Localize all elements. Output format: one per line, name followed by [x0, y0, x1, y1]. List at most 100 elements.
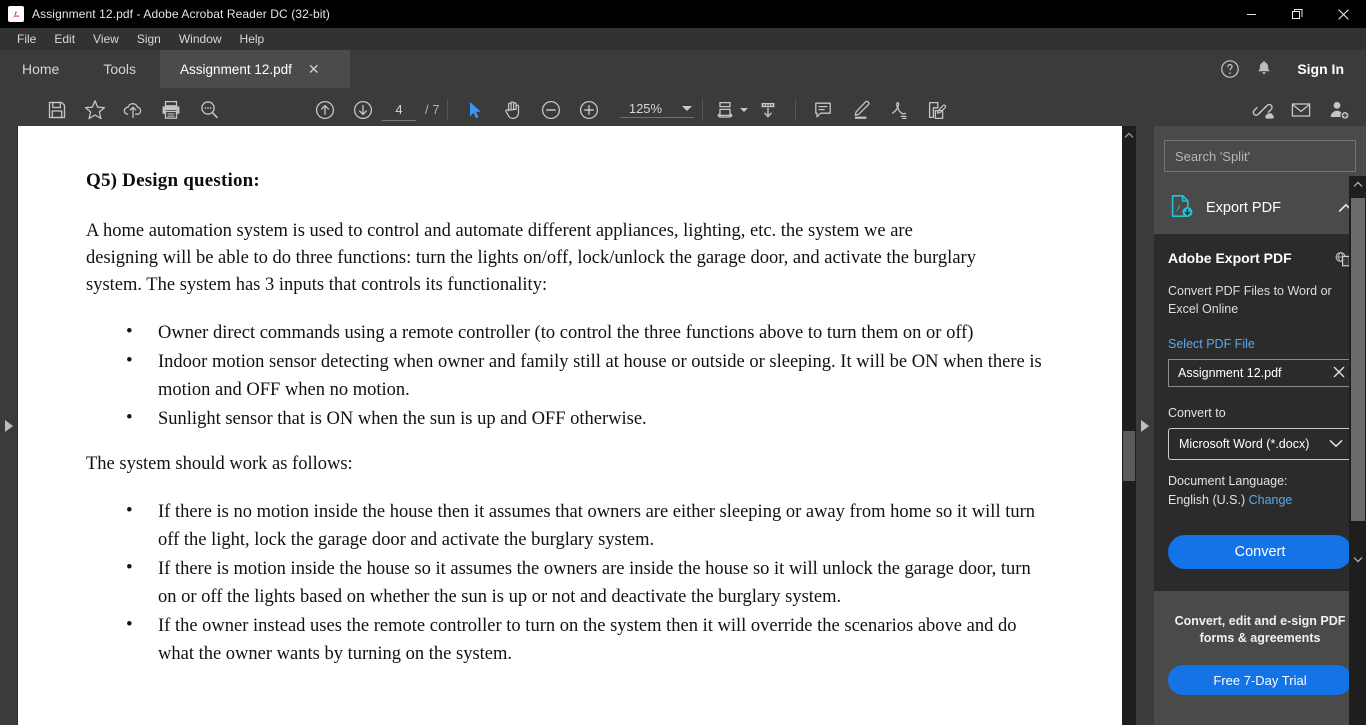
list-item: If the owner instead uses the remote con… — [86, 611, 1046, 668]
page-number-input[interactable] — [382, 98, 416, 121]
select-pdf-file-label: Select PDF File — [1168, 337, 1255, 351]
tab-bar: Home Tools Assignment 12.pdf ✕ Sign In — [0, 50, 1366, 88]
toolbar-divider-3 — [795, 98, 797, 121]
tab-document[interactable]: Assignment 12.pdf ✕ — [160, 50, 351, 88]
scroll-mode-icon[interactable] — [749, 92, 787, 128]
clear-file-icon[interactable] — [1327, 366, 1345, 381]
notification-bell-icon[interactable] — [1247, 52, 1281, 86]
promo-text: Convert, edit and e-sign PDF forms & agr… — [1174, 614, 1346, 645]
sidebar-search-wrap — [1154, 126, 1366, 182]
page-total-label: / 7 — [425, 102, 440, 117]
menu-bar: File Edit View Sign Window Help — [0, 28, 1366, 50]
scroll-down-icon[interactable] — [1349, 551, 1366, 568]
select-cursor-icon[interactable] — [456, 92, 494, 128]
tab-home[interactable]: Home — [0, 50, 81, 88]
page-title: Q5) Design question: — [86, 170, 260, 191]
export-pdf-panel-body: Adobe Export PDF Convert PDF Files to Wo… — [1154, 234, 1366, 591]
convert-button[interactable]: Convert — [1168, 535, 1352, 569]
list-item: Sunlight sensor that is ON when the sun … — [86, 404, 1046, 433]
document-tab-label: Assignment 12.pdf — [180, 61, 292, 77]
right-sidebar: Export PDF Adobe Export PDF Convert PDF … — [1154, 126, 1366, 725]
expand-right-panel-icon[interactable] — [1141, 419, 1149, 432]
fit-page-icon[interactable] — [711, 92, 749, 128]
document-language-label: Document Language: — [1168, 474, 1288, 488]
fill-and-sign-icon[interactable] — [918, 92, 956, 128]
tab-bar-right-actions: Sign In — [1213, 50, 1366, 88]
promo-panel: Convert, edit and e-sign PDF forms & agr… — [1154, 591, 1366, 709]
inputs-list: Owner direct commands using a remote con… — [86, 318, 1062, 433]
restore-button[interactable] — [1274, 0, 1320, 28]
export-heading-row: Adobe Export PDF — [1168, 250, 1352, 273]
hand-pan-icon[interactable] — [494, 92, 532, 128]
search-input[interactable] — [1164, 140, 1356, 172]
save-to-cloud-icon[interactable] — [114, 92, 152, 128]
next-page-icon[interactable] — [344, 92, 382, 128]
document-scroll-thumb[interactable] — [1123, 431, 1135, 481]
window-title: Assignment 12.pdf - Adobe Acrobat Reader… — [32, 7, 331, 21]
add-comment-icon[interactable] — [804, 92, 842, 128]
intro-paragraph: A home automation system is used to cont… — [86, 221, 976, 295]
export-subtitle: Convert PDF Files to Word or Excel Onlin… — [1168, 284, 1332, 316]
convert-to-select[interactable]: Microsoft Word (*.docx) — [1168, 428, 1352, 460]
find-text-icon[interactable] — [190, 92, 228, 128]
highlight-text-icon[interactable] — [842, 92, 880, 128]
tab-tools[interactable]: Tools — [81, 50, 158, 88]
rules-list: If there is no motion inside the house t… — [86, 497, 1062, 668]
sign-in-button[interactable]: Sign In — [1281, 61, 1352, 77]
right-panel-toggle-rail[interactable] — [1136, 126, 1154, 725]
zoom-in-icon[interactable] — [570, 92, 608, 128]
window-controls — [1228, 0, 1366, 28]
toolbar-divider-2 — [702, 98, 704, 121]
share-link-icon[interactable] — [1244, 92, 1282, 128]
draw-signature-icon[interactable] — [880, 92, 918, 128]
close-button[interactable] — [1320, 0, 1366, 28]
expand-left-panel-icon[interactable] — [5, 419, 13, 432]
invite-people-icon[interactable] — [1320, 92, 1358, 128]
toolbar-divider — [447, 98, 449, 121]
menu-edit[interactable]: Edit — [45, 30, 84, 48]
selected-file-box[interactable]: Assignment 12.pdf — [1168, 359, 1352, 387]
document-viewport: Q5) Design question: A home automation s… — [18, 126, 1136, 725]
zoom-out-icon[interactable] — [532, 92, 570, 128]
menu-window[interactable]: Window — [170, 30, 231, 48]
save-icon[interactable] — [38, 92, 76, 128]
chevron-down-icon — [682, 106, 693, 111]
menu-file[interactable]: File — [8, 30, 45, 48]
menu-sign[interactable]: Sign — [128, 30, 170, 48]
sidebar-scrollbar[interactable] — [1349, 176, 1366, 725]
add-to-favorites-star-icon[interactable] — [76, 92, 114, 128]
zoom-level-dropdown[interactable]: 125% — [620, 101, 695, 118]
pdf-page: Q5) Design question: A home automation s… — [18, 126, 1122, 725]
list-item: Owner direct commands using a remote con… — [86, 318, 1046, 347]
document-scrollbar[interactable] — [1122, 126, 1136, 725]
minimize-button[interactable] — [1228, 0, 1274, 28]
export-pdf-panel-header[interactable]: Export PDF — [1154, 182, 1366, 234]
sidebar-scroll-thumb[interactable] — [1351, 198, 1365, 521]
selected-file-name: Assignment 12.pdf — [1178, 366, 1282, 380]
left-panel-toggle-rail[interactable] — [0, 126, 18, 725]
menu-view[interactable]: View — [84, 30, 128, 48]
convert-to-value: Microsoft Word (*.docx) — [1179, 437, 1310, 451]
zoom-level-value: 125% — [628, 101, 663, 116]
convert-to-label: Convert to — [1168, 406, 1226, 420]
chevron-down-icon — [1329, 435, 1343, 453]
works-as-follows-paragraph: The system should work as follows: — [86, 454, 353, 474]
list-item: If there is no motion inside the house t… — [86, 497, 1046, 554]
change-language-link[interactable]: Change — [1249, 493, 1293, 507]
scroll-up-icon[interactable] — [1122, 128, 1136, 142]
scroll-up-icon[interactable] — [1349, 176, 1366, 193]
export-pdf-icon — [1168, 193, 1194, 224]
acrobat-icon — [8, 6, 24, 22]
previous-page-icon[interactable] — [306, 92, 344, 128]
free-trial-button[interactable]: Free 7-Day Trial — [1168, 665, 1352, 695]
export-heading: Adobe Export PDF — [1168, 250, 1292, 266]
menu-help[interactable]: Help — [231, 30, 274, 48]
title-bar: Assignment 12.pdf - Adobe Acrobat Reader… — [0, 0, 1366, 28]
chevron-down-icon — [739, 107, 748, 112]
print-icon[interactable] — [152, 92, 190, 128]
email-icon[interactable] — [1282, 92, 1320, 128]
close-icon[interactable]: ✕ — [308, 62, 320, 76]
acrobat-reader-window: Assignment 12.pdf - Adobe Acrobat Reader… — [0, 0, 1366, 725]
document-language-row: English (U.S.) Change — [1168, 493, 1352, 507]
help-circle-icon[interactable] — [1213, 52, 1247, 86]
